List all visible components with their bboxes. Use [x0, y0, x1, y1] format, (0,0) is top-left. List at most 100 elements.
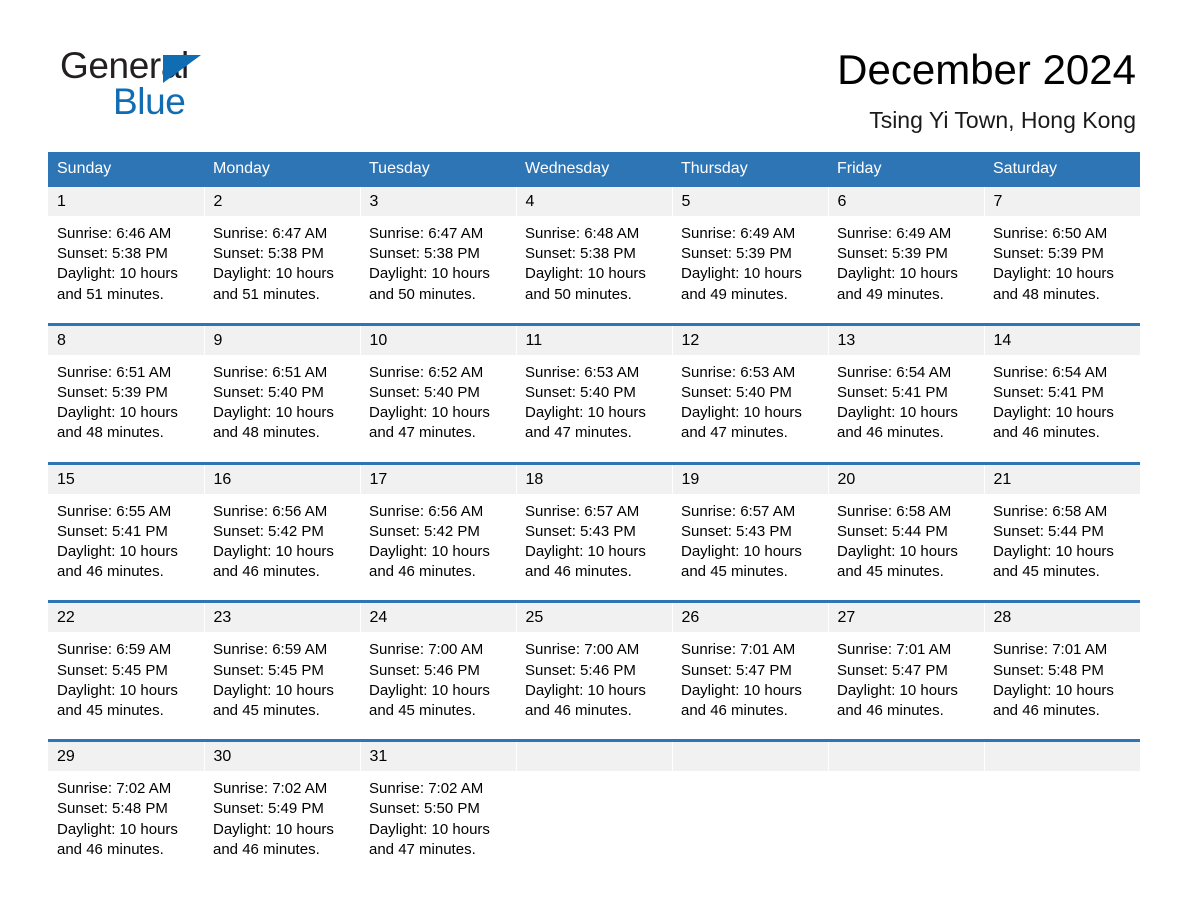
- day-number[interactable]: 17: [360, 461, 517, 494]
- sunrise-text: Sunrise: 7:01 AM: [993, 641, 1108, 659]
- day-cell[interactable]: Sunrise: 6:47 AM Sunset: 5:38 PM Dayligh…: [204, 216, 360, 325]
- sunset-text: Sunset: 5:38 PM: [213, 245, 324, 263]
- daylight-text-line1: Daylight: 10 hours: [213, 681, 334, 699]
- day-number[interactable]: 11: [516, 322, 673, 355]
- day-number[interactable]: 26: [672, 600, 829, 633]
- day-cell[interactable]: Sunrise: 6:53 AM Sunset: 5:40 PM Dayligh…: [672, 354, 828, 464]
- day-cell[interactable]: Sunrise: 6:57 AM Sunset: 5:43 PM Dayligh…: [516, 493, 672, 602]
- day-number[interactable]: 29: [48, 739, 205, 772]
- sunrise-text: Sunrise: 6:58 AM: [837, 502, 952, 520]
- daylight-text-line2: and 46 minutes.: [57, 840, 164, 858]
- day-number[interactable]: 1: [48, 187, 205, 216]
- day-number[interactable]: 31: [360, 739, 517, 772]
- day-cell[interactable]: Sunrise: 6:55 AM Sunset: 5:41 PM Dayligh…: [48, 493, 204, 602]
- daylight-text-line1: Daylight: 10 hours: [213, 265, 334, 283]
- sunrise-sunset-calendar: Sunday Monday Tuesday Wednesday Thursday…: [48, 152, 1140, 879]
- daylight-text-line1: Daylight: 10 hours: [369, 820, 490, 838]
- day-cell[interactable]: Sunrise: 6:50 AM Sunset: 5:39 PM Dayligh…: [984, 216, 1140, 325]
- day-number[interactable]: 7: [984, 187, 1140, 216]
- day-number[interactable]: 10: [360, 322, 517, 355]
- day-number-empty: [984, 739, 1140, 772]
- day-number[interactable]: 22: [48, 600, 205, 633]
- day-number[interactable]: 2: [204, 187, 361, 216]
- day-cell[interactable]: Sunrise: 7:02 AM Sunset: 5:50 PM Dayligh…: [360, 771, 516, 879]
- day-number[interactable]: 24: [360, 600, 517, 633]
- daylight-text-line2: and 50 minutes.: [525, 285, 632, 303]
- day-number[interactable]: 18: [516, 461, 673, 494]
- day-detail-row: Sunrise: 6:46 AM Sunset: 5:38 PM Dayligh…: [48, 216, 1140, 325]
- daylight-text-line2: and 48 minutes.: [213, 424, 320, 442]
- day-cell[interactable]: Sunrise: 6:54 AM Sunset: 5:41 PM Dayligh…: [984, 354, 1140, 464]
- sunset-text: Sunset: 5:43 PM: [525, 522, 636, 540]
- sunset-text: Sunset: 5:39 PM: [837, 245, 948, 263]
- day-number[interactable]: 19: [672, 461, 829, 494]
- day-cell[interactable]: Sunrise: 7:02 AM Sunset: 5:48 PM Dayligh…: [48, 771, 204, 879]
- daylight-text-line1: Daylight: 10 hours: [57, 543, 178, 561]
- page-title: December 2024: [837, 46, 1136, 93]
- day-number[interactable]: 20: [828, 461, 985, 494]
- sunrise-text: Sunrise: 7:00 AM: [369, 641, 484, 659]
- day-cell[interactable]: Sunrise: 6:47 AM Sunset: 5:38 PM Dayligh…: [360, 216, 516, 325]
- day-cell[interactable]: Sunrise: 6:48 AM Sunset: 5:38 PM Dayligh…: [516, 216, 672, 325]
- daylight-text-line2: and 46 minutes.: [681, 702, 788, 720]
- day-number[interactable]: 16: [204, 461, 361, 494]
- day-number[interactable]: 12: [672, 322, 829, 355]
- sunrise-text: Sunrise: 6:53 AM: [681, 363, 796, 381]
- day-cell[interactable]: Sunrise: 7:02 AM Sunset: 5:49 PM Dayligh…: [204, 771, 360, 879]
- day-cell[interactable]: Sunrise: 6:51 AM Sunset: 5:40 PM Dayligh…: [204, 354, 360, 464]
- sunset-text: Sunset: 5:39 PM: [57, 384, 168, 402]
- day-cell[interactable]: Sunrise: 6:56 AM Sunset: 5:42 PM Dayligh…: [204, 493, 360, 602]
- daylight-text-line1: Daylight: 10 hours: [993, 681, 1114, 699]
- day-number[interactable]: 27: [828, 600, 985, 633]
- sunset-text: Sunset: 5:44 PM: [993, 522, 1104, 540]
- day-cell[interactable]: Sunrise: 6:59 AM Sunset: 5:45 PM Dayligh…: [204, 632, 360, 741]
- day-cell[interactable]: Sunrise: 7:01 AM Sunset: 5:47 PM Dayligh…: [828, 632, 984, 741]
- day-number-row: 1 2 3 4 5 6 7: [48, 187, 1140, 216]
- day-cell[interactable]: Sunrise: 6:53 AM Sunset: 5:40 PM Dayligh…: [516, 354, 672, 464]
- sunrise-text: Sunrise: 6:50 AM: [993, 225, 1108, 242]
- daylight-text-line2: and 47 minutes.: [525, 424, 632, 442]
- sunset-text: Sunset: 5:47 PM: [837, 661, 948, 679]
- day-number[interactable]: 21: [984, 461, 1140, 494]
- day-number[interactable]: 15: [48, 461, 205, 494]
- day-number[interactable]: 13: [828, 322, 985, 355]
- day-cell[interactable]: Sunrise: 6:57 AM Sunset: 5:43 PM Dayligh…: [672, 493, 828, 602]
- day-cell[interactable]: Sunrise: 7:00 AM Sunset: 5:46 PM Dayligh…: [360, 632, 516, 741]
- day-number[interactable]: 30: [204, 739, 361, 772]
- dow-header-friday: Friday: [828, 152, 984, 187]
- day-number[interactable]: 28: [984, 600, 1140, 633]
- sunset-text: Sunset: 5:48 PM: [57, 800, 168, 818]
- daylight-text-line2: and 46 minutes.: [993, 424, 1100, 442]
- day-cell[interactable]: Sunrise: 6:56 AM Sunset: 5:42 PM Dayligh…: [360, 493, 516, 602]
- day-number[interactable]: 4: [516, 187, 673, 216]
- generalblue-logo[interactable]: General Blue: [60, 46, 360, 126]
- day-number[interactable]: 14: [984, 322, 1140, 355]
- day-number[interactable]: 9: [204, 322, 361, 355]
- day-number[interactable]: 6: [828, 187, 985, 216]
- day-number[interactable]: 8: [48, 322, 205, 355]
- day-number[interactable]: 5: [672, 187, 829, 216]
- day-cell[interactable]: Sunrise: 7:01 AM Sunset: 5:47 PM Dayligh…: [672, 632, 828, 741]
- daylight-text-line2: and 46 minutes.: [57, 563, 164, 581]
- day-number[interactable]: 23: [204, 600, 361, 633]
- sunset-text: Sunset: 5:38 PM: [369, 245, 480, 263]
- sunrise-text: Sunrise: 6:52 AM: [369, 363, 484, 381]
- day-cell[interactable]: Sunrise: 6:51 AM Sunset: 5:39 PM Dayligh…: [48, 354, 204, 464]
- day-cell[interactable]: Sunrise: 6:58 AM Sunset: 5:44 PM Dayligh…: [984, 493, 1140, 602]
- day-cell[interactable]: Sunrise: 7:01 AM Sunset: 5:48 PM Dayligh…: [984, 632, 1140, 741]
- day-cell[interactable]: Sunrise: 6:54 AM Sunset: 5:41 PM Dayligh…: [828, 354, 984, 464]
- daylight-text-line2: and 47 minutes.: [369, 424, 476, 442]
- day-number[interactable]: 25: [516, 600, 673, 633]
- day-cell[interactable]: Sunrise: 6:59 AM Sunset: 5:45 PM Dayligh…: [48, 632, 204, 741]
- dow-header-thursday: Thursday: [672, 152, 828, 187]
- day-cell[interactable]: Sunrise: 7:00 AM Sunset: 5:46 PM Dayligh…: [516, 632, 672, 741]
- sunset-text: Sunset: 5:50 PM: [369, 800, 480, 818]
- day-cell[interactable]: Sunrise: 6:58 AM Sunset: 5:44 PM Dayligh…: [828, 493, 984, 602]
- day-cell[interactable]: Sunrise: 6:49 AM Sunset: 5:39 PM Dayligh…: [672, 216, 828, 325]
- day-cell[interactable]: Sunrise: 6:49 AM Sunset: 5:39 PM Dayligh…: [828, 216, 984, 325]
- day-cell[interactable]: Sunrise: 6:52 AM Sunset: 5:40 PM Dayligh…: [360, 354, 516, 464]
- day-number[interactable]: 3: [360, 187, 517, 216]
- day-cell[interactable]: Sunrise: 6:46 AM Sunset: 5:38 PM Dayligh…: [48, 216, 204, 325]
- day-number-row: 29 30 31: [48, 739, 1140, 772]
- daylight-text-line1: Daylight: 10 hours: [57, 404, 178, 422]
